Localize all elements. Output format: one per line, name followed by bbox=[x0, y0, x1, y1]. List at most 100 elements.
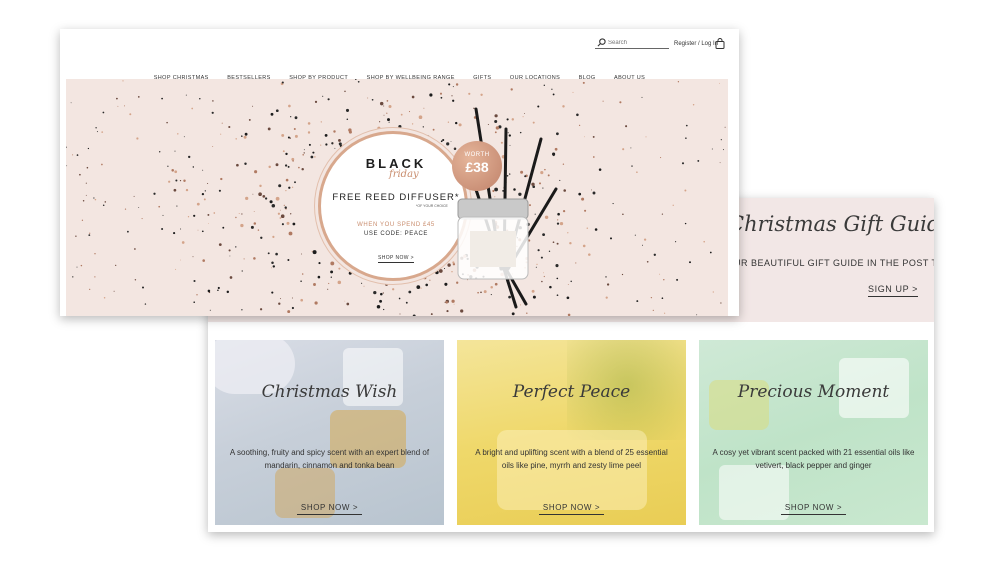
black-friday-hero[interactable]: BLACK friday FREE REED DIFFUSER* *OF YOU… bbox=[66, 79, 728, 316]
glitter-dot bbox=[272, 265, 276, 268]
glitter-dot bbox=[664, 312, 666, 314]
glitter-dot bbox=[241, 135, 243, 137]
glitter-dot bbox=[426, 135, 430, 139]
search-input[interactable] bbox=[608, 37, 666, 48]
glitter-dot bbox=[171, 169, 174, 172]
glitter-dot bbox=[338, 267, 341, 270]
glitter-dot bbox=[425, 283, 429, 287]
glitter-dot bbox=[244, 132, 248, 136]
friday-script: friday bbox=[389, 169, 419, 180]
search-icon[interactable] bbox=[597, 38, 606, 47]
glitter-dot bbox=[622, 148, 625, 151]
glitter-dot bbox=[592, 191, 596, 195]
glitter-dot bbox=[168, 180, 171, 183]
glitter-dot bbox=[575, 262, 577, 264]
glitter-dot bbox=[592, 156, 595, 158]
glitter-dot bbox=[324, 133, 328, 137]
product-tile-perfect-peace[interactable]: Perfect Peace A bright and uplifting sce… bbox=[457, 340, 686, 525]
glitter-dot bbox=[681, 162, 685, 165]
glitter-dot bbox=[271, 291, 274, 294]
glitter-dot bbox=[696, 314, 698, 316]
glitter-dot bbox=[282, 150, 285, 153]
search-bar[interactable] bbox=[595, 37, 669, 49]
glitter-dot bbox=[684, 189, 687, 192]
glitter-dot bbox=[86, 166, 89, 169]
glitter-dot bbox=[192, 256, 194, 258]
glitter-dot bbox=[241, 309, 243, 311]
glitter-dot bbox=[272, 235, 275, 238]
glitter-dot bbox=[388, 121, 390, 123]
glitter-dot bbox=[423, 107, 425, 109]
glitter-dot bbox=[605, 276, 607, 278]
sign-up-link[interactable]: SIGN UP > bbox=[868, 284, 919, 297]
shop-now-button[interactable]: SHOP NOW > bbox=[378, 255, 414, 263]
glitter-dot bbox=[179, 179, 182, 182]
glitter-dot bbox=[578, 192, 582, 196]
glitter-dot bbox=[631, 165, 633, 167]
glitter-dot bbox=[102, 204, 105, 207]
glitter-dot bbox=[301, 167, 304, 171]
glitter-dot bbox=[270, 112, 274, 116]
glitter-dot bbox=[281, 223, 284, 226]
glitter-dot bbox=[636, 300, 639, 303]
glitter-dot bbox=[66, 165, 68, 167]
glitter-dot bbox=[281, 81, 284, 84]
glitter-dot bbox=[383, 114, 385, 116]
glitter-dot bbox=[588, 253, 591, 256]
shop-now-link[interactable]: SHOP NOW > bbox=[780, 503, 847, 515]
glitter-dot bbox=[287, 136, 290, 139]
glitter-dot bbox=[650, 296, 653, 299]
glitter-dot bbox=[609, 237, 613, 240]
glitter-dot bbox=[188, 155, 191, 159]
product-tile-christmas-wish[interactable]: Christmas Wish A soothing, fruity and sp… bbox=[215, 340, 444, 525]
glitter-dot bbox=[567, 283, 569, 285]
glitter-dot bbox=[399, 313, 401, 315]
glitter-dot bbox=[202, 169, 204, 171]
glitter-dot bbox=[254, 170, 258, 174]
glitter-dot bbox=[357, 80, 360, 83]
glitter-dot bbox=[440, 96, 443, 99]
glitter-dot bbox=[285, 178, 289, 182]
glitter-dot bbox=[646, 260, 649, 263]
product-description: A soothing, fruity and spicy scent with … bbox=[229, 448, 430, 470]
glitter-dot bbox=[552, 93, 555, 96]
glitter-dot bbox=[424, 277, 426, 279]
glitter-dot bbox=[344, 90, 346, 93]
glitter-dot bbox=[277, 212, 281, 215]
glitter-dot bbox=[408, 111, 411, 113]
shop-now-link[interactable]: SHOP NOW > bbox=[296, 503, 363, 515]
glitter-dot bbox=[229, 255, 231, 257]
glitter-dot bbox=[285, 152, 288, 156]
shop-now-link[interactable]: SHOP NOW > bbox=[538, 503, 605, 515]
glitter-dot bbox=[367, 97, 369, 99]
glitter-dot bbox=[96, 131, 98, 133]
glitter-dot bbox=[203, 198, 206, 201]
gift-guide-title: Christmas Gift Guide bbox=[728, 212, 934, 236]
register-login-link[interactable]: Register / Log In bbox=[674, 41, 718, 47]
glitter-dot bbox=[283, 204, 285, 206]
glitter-dot bbox=[379, 101, 384, 106]
glitter-dot bbox=[134, 248, 136, 250]
cart-icon[interactable] bbox=[715, 38, 725, 49]
glitter-dot bbox=[405, 301, 408, 304]
glitter-dot bbox=[348, 271, 352, 275]
glitter-dot bbox=[327, 98, 330, 101]
glitter-dot bbox=[226, 290, 230, 294]
glitter-dot bbox=[430, 313, 433, 316]
glitter-dot bbox=[267, 127, 271, 131]
glitter-dot bbox=[676, 278, 679, 281]
glitter-dot bbox=[373, 290, 377, 295]
glitter-dot bbox=[138, 207, 140, 208]
glitter-dot bbox=[236, 163, 239, 167]
glitter-dot bbox=[308, 143, 311, 146]
glitter-dot bbox=[293, 127, 296, 131]
glitter-dot bbox=[235, 246, 237, 248]
glitter-dot bbox=[412, 314, 416, 316]
glitter-dot bbox=[602, 100, 604, 102]
glitter-dot bbox=[183, 136, 185, 138]
glitter-dot bbox=[418, 115, 423, 120]
glitter-dot bbox=[218, 189, 221, 192]
product-tile-precious-moment[interactable]: Precious Moment A cosy yet vibrant scent… bbox=[699, 340, 928, 525]
glitter-dot bbox=[275, 196, 280, 201]
glitter-dot bbox=[301, 253, 303, 255]
